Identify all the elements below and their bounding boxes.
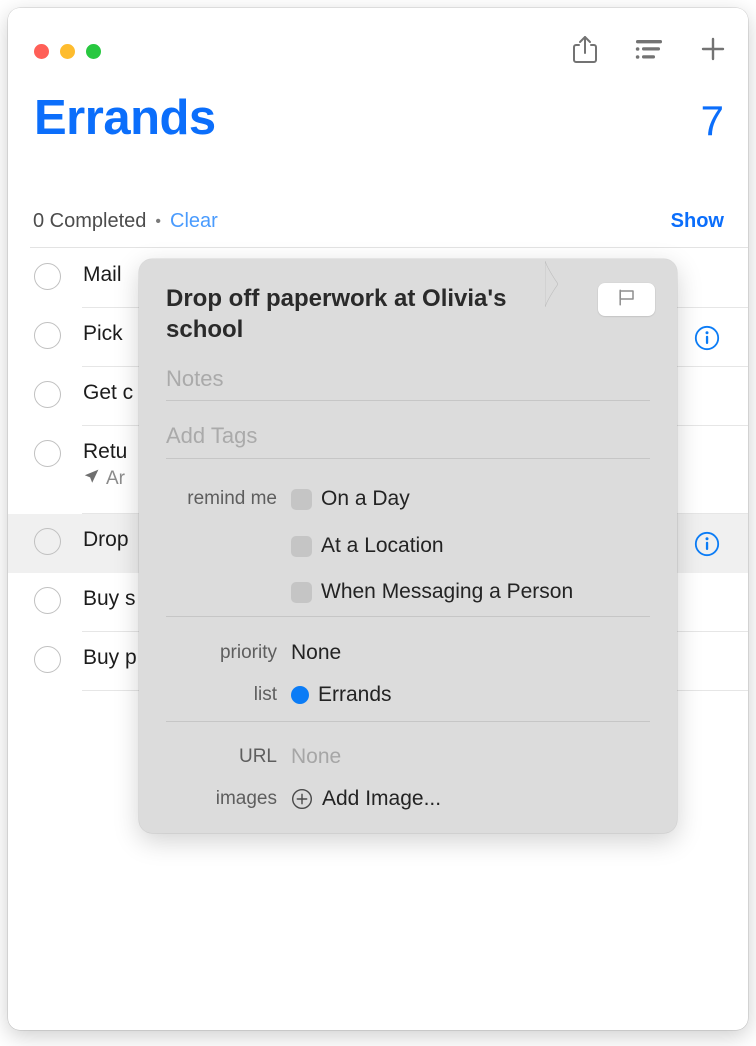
window-toolbar <box>568 34 730 68</box>
task-body: Mail <box>83 249 122 289</box>
task-body: Buy p <box>83 632 137 672</box>
task-title: Get c <box>83 381 134 404</box>
separator-dot: • <box>155 212 162 230</box>
task-title: Mail <box>83 263 122 286</box>
priority-label: priority <box>219 642 277 663</box>
remind-on-a-day-row[interactable]: remind me On a Day <box>139 487 410 511</box>
tags-field[interactable]: Add Tags <box>166 423 650 449</box>
task-title: Pick <box>83 322 123 345</box>
traffic-light-group <box>34 44 101 59</box>
list-color-dot <box>291 686 309 704</box>
task-checkbox[interactable] <box>34 322 61 349</box>
flag-button[interactable] <box>598 283 655 316</box>
priority-value[interactable]: None <box>291 641 341 665</box>
popover-divider <box>166 721 650 722</box>
show-completed-button[interactable]: Show <box>671 210 724 233</box>
window-titlebar <box>8 8 748 86</box>
task-title: Retu <box>83 440 128 463</box>
header-divider <box>30 247 748 248</box>
task-title: Drop <box>83 528 129 551</box>
reminders-window: Errands 7 0 Completed • Clear Show Mail <box>8 8 748 1030</box>
task-body: Pick <box>83 308 123 348</box>
list-value[interactable]: Errands <box>291 683 392 707</box>
close-button[interactable] <box>34 44 49 59</box>
remind-when-messaging-row[interactable]: When Messaging a Person <box>139 580 573 604</box>
reminder-detail-popover: Drop off paperwork at Olivia's school No… <box>139 259 677 833</box>
remind-when-messaging-value: When Messaging a Person <box>291 580 573 604</box>
remind-me-label: remind me <box>187 488 277 509</box>
completed-info: 0 Completed • Clear <box>33 210 218 233</box>
popover-header: Drop off paperwork at Olivia's school <box>166 283 655 345</box>
popover-title: Drop off paperwork at Olivia's school <box>166 285 507 344</box>
task-checkbox[interactable] <box>34 646 61 673</box>
checkbox-on-a-day[interactable] <box>291 488 312 510</box>
list-header: Errands 7 <box>8 86 748 206</box>
flag-icon <box>617 288 636 312</box>
task-subtitle: Ar <box>83 467 127 490</box>
add-image-button[interactable]: Add Image... <box>291 787 441 811</box>
checkbox-when-messaging[interactable] <box>291 581 312 603</box>
url-value[interactable]: None <box>291 745 341 769</box>
location-arrow-icon <box>83 468 100 491</box>
url-label: URL <box>238 746 277 767</box>
images-label: images <box>215 788 277 809</box>
completed-bar: 0 Completed • Clear Show <box>8 200 748 248</box>
images-row[interactable]: images Add Image... <box>139 787 441 811</box>
list-sort-icon <box>635 37 663 66</box>
add-reminder-button[interactable] <box>696 34 730 68</box>
page-title: Errands <box>34 91 216 145</box>
popover-pointer <box>544 260 567 308</box>
task-info-button[interactable] <box>694 531 720 557</box>
remind-at-a-location-value: At a Location <box>291 534 444 558</box>
priority-row[interactable]: priority None <box>139 641 341 665</box>
list-label: list <box>253 684 277 705</box>
checkbox-at-a-location[interactable] <box>291 535 312 557</box>
task-checkbox[interactable] <box>34 440 61 467</box>
popover-divider <box>166 616 650 617</box>
list-name: Errands <box>318 683 392 706</box>
share-icon <box>572 34 598 69</box>
task-subtitle-text: Ar <box>106 467 125 489</box>
notes-field[interactable]: Notes <box>166 366 650 392</box>
task-body: Buy s <box>83 573 136 613</box>
app-root: Errands 7 0 Completed • Clear Show Mail <box>0 0 756 1046</box>
share-button[interactable] <box>568 34 602 68</box>
reminder-count: 7 <box>700 97 724 144</box>
completed-count-label: 0 Completed <box>33 210 147 232</box>
zoom-button[interactable] <box>86 44 101 59</box>
clear-completed-button[interactable]: Clear <box>170 210 218 233</box>
task-checkbox[interactable] <box>34 587 61 614</box>
info-icon <box>694 531 720 556</box>
remind-option-label: On a Day <box>321 487 410 510</box>
list-row[interactable]: list Errands <box>139 683 392 707</box>
task-info-button[interactable] <box>694 325 720 351</box>
task-title: Buy s <box>83 587 136 610</box>
plus-icon <box>699 35 727 68</box>
task-checkbox[interactable] <box>34 528 61 555</box>
popover-divider <box>166 400 650 401</box>
task-checkbox[interactable] <box>34 263 61 290</box>
plus-circle-icon <box>291 788 313 810</box>
popover-divider <box>166 458 650 459</box>
remind-on-a-day-value: On a Day <box>291 487 410 511</box>
add-image-label: Add Image... <box>322 787 442 810</box>
minimize-button[interactable] <box>60 44 75 59</box>
task-body: Get c <box>83 367 133 407</box>
task-checkbox[interactable] <box>34 381 61 408</box>
url-row[interactable]: URL None <box>139 745 341 769</box>
task-body: Retu Ar <box>83 426 127 490</box>
remind-at-a-location-row[interactable]: At a Location <box>139 534 444 558</box>
task-title: Buy p <box>83 646 137 669</box>
remind-option-label: When Messaging a Person <box>321 580 574 603</box>
sort-list-button[interactable] <box>632 34 666 68</box>
task-body: Drop <box>83 514 129 554</box>
remind-option-label: At a Location <box>321 534 444 557</box>
info-icon <box>694 325 720 350</box>
